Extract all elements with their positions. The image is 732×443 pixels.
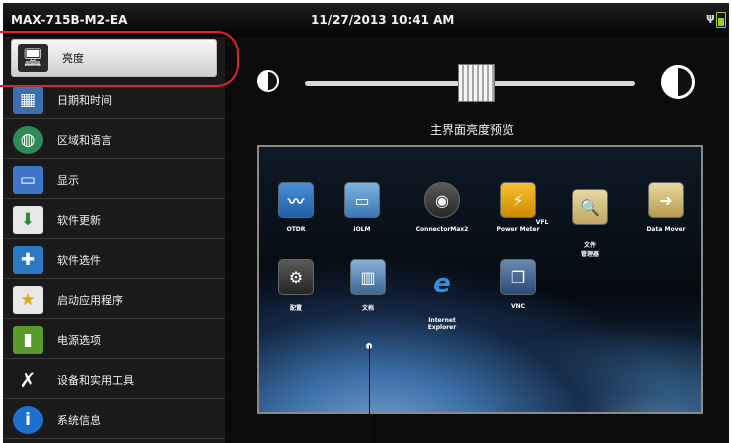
app-iolm: ▭ iOLM bbox=[327, 182, 397, 233]
sidebar-item-region-language[interactable]: ◍ 区域和语言 bbox=[5, 121, 225, 159]
app-data-mover: ➜ Data Mover bbox=[631, 182, 701, 233]
brightness-preview: 〰 OTDR ▭ iOLM ◉ ConnectorMax2 ⚡ Power Me… bbox=[257, 145, 703, 414]
iolm-icon: ▭ bbox=[344, 182, 380, 218]
file-manager-icon: 🔍 bbox=[572, 189, 608, 225]
download-icon: ⬇ bbox=[13, 205, 43, 234]
app-config: ⚙ 配置 bbox=[261, 259, 331, 312]
calendar-clock-icon: ▦ bbox=[13, 85, 43, 114]
books-icon: ▥ bbox=[350, 259, 386, 295]
app-label: 文档 bbox=[361, 305, 374, 312]
sidebar-item-startup-apps[interactable]: ★ 启动应用程序 bbox=[5, 281, 225, 319]
preview-label: 主界面亮度预览 bbox=[430, 123, 515, 137]
app-documents: ▥ 文档 bbox=[333, 259, 403, 312]
usb-icon: ψ bbox=[706, 11, 715, 24]
sidebar-item-label: 软件更新 bbox=[57, 213, 101, 227]
app-vnc: ❐ VNC bbox=[483, 259, 553, 310]
globe-icon: ◍ bbox=[13, 125, 43, 154]
star-window-icon: ★ bbox=[13, 285, 43, 314]
connector-icon: ◉ bbox=[424, 182, 460, 218]
puzzle-icon: ✚ bbox=[13, 245, 43, 274]
app-label: Internet Explorer bbox=[427, 317, 457, 331]
sidebar-item-software-options[interactable]: ✚ 软件选件 bbox=[5, 241, 225, 279]
device-model: MAX-715B-M2-EA bbox=[11, 13, 128, 27]
app-label: iOLM bbox=[353, 226, 371, 233]
display-icon: ▭ bbox=[13, 165, 43, 194]
sidebar: 🖥 亮度 ▦ 日期和时间 ◍ 区域和语言 ▭ 显示 ⬇ 软件更新 ✚ 软件选件 … bbox=[3, 37, 225, 443]
sidebar-item-label: 电源选项 bbox=[57, 333, 101, 347]
otdr-icon: 〰 bbox=[278, 182, 314, 218]
app-label: 文件 管理器 bbox=[580, 242, 599, 258]
sidebar-item-display[interactable]: ▭ 显示 bbox=[5, 161, 225, 199]
sidebar-item-label: 设备和实用工具 bbox=[57, 373, 134, 387]
brightness-high-icon bbox=[661, 65, 695, 99]
app-label: Data Mover bbox=[646, 226, 686, 233]
app-label: Power Meter bbox=[496, 226, 540, 233]
app-connectormax2: ◉ ConnectorMax2 bbox=[407, 182, 477, 233]
brightness-slider-knob[interactable] bbox=[458, 64, 495, 102]
battery-icon bbox=[716, 12, 726, 28]
app-file-manager: 🔍 文件 管理器 bbox=[555, 182, 625, 265]
sidebar-item-tools[interactable]: ✗ 设备和实用工具 bbox=[5, 361, 225, 399]
sidebar-item-label: 日期和时间 bbox=[57, 93, 112, 107]
app-label: OTDR bbox=[286, 226, 306, 233]
info-icon: i bbox=[13, 405, 43, 434]
sidebar-item-label: 区域和语言 bbox=[57, 133, 112, 147]
sidebar-item-label: 软件选件 bbox=[57, 253, 101, 267]
app-label: ConnectorMax2 bbox=[415, 226, 469, 233]
sidebar-item-power-options[interactable]: ▮ 电源选项 bbox=[5, 321, 225, 359]
sidebar-item-label: 启动应用程序 bbox=[57, 293, 123, 307]
ie-icon: e bbox=[433, 269, 451, 299]
vnc-icon: ❐ bbox=[500, 259, 536, 295]
date-time: 11/27/2013 10:41 AM bbox=[311, 13, 455, 27]
callout-line bbox=[369, 345, 370, 443]
sidebar-item-software-update[interactable]: ⬇ 软件更新 bbox=[5, 201, 225, 239]
tools-icon: ✗ bbox=[13, 365, 43, 394]
power-meter-icon: ⚡ bbox=[500, 182, 536, 218]
sidebar-item-label: 显示 bbox=[57, 173, 79, 187]
gear-icon: ⚙ bbox=[278, 259, 314, 295]
app-label: VNC bbox=[510, 303, 526, 310]
app-internet-explorer: e Internet Explorer bbox=[407, 259, 477, 338]
app-otdr: 〰 OTDR bbox=[261, 182, 331, 233]
app-label: 配置 bbox=[289, 305, 302, 312]
sidebar-item-label: 系统信息 bbox=[57, 413, 101, 427]
sidebar-item-system-info[interactable]: i 系统信息 bbox=[5, 401, 225, 439]
selection-highlight bbox=[0, 31, 239, 87]
battery-gear-icon: ▮ bbox=[13, 325, 43, 354]
brightness-low-icon bbox=[257, 70, 279, 92]
data-mover-icon: ➜ bbox=[648, 182, 684, 218]
